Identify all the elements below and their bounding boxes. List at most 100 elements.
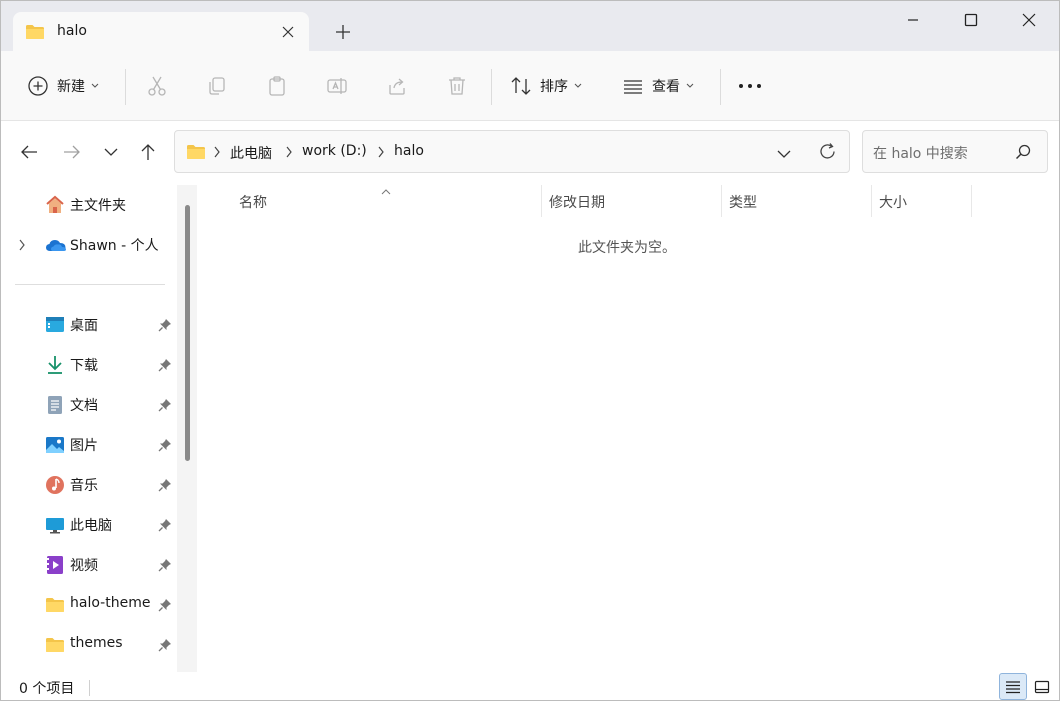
cut-button[interactable]	[146, 51, 168, 121]
file-list[interactable]: 名称 修改日期 类型 大小 此文件夹为空。	[197, 183, 1059, 672]
cut-icon	[148, 76, 166, 96]
forward-button[interactable]	[60, 140, 84, 164]
close-window-button[interactable]	[999, 1, 1059, 39]
sidebar-item-onedrive[interactable]: Shawn - 个人	[1, 225, 177, 265]
address-bar[interactable]: 此电脑 work (D:) halo	[174, 130, 850, 173]
tab-halo[interactable]: halo	[13, 12, 309, 51]
view-icon	[624, 80, 642, 94]
folder-icon	[186, 144, 206, 164]
minimize-button[interactable]	[883, 1, 943, 39]
arrow-up-icon	[141, 144, 155, 160]
column-divider[interactable]	[721, 185, 722, 217]
pin-icon[interactable]	[158, 558, 172, 576]
column-divider[interactable]	[871, 185, 872, 217]
pin-icon[interactable]	[158, 398, 172, 416]
paste-button[interactable]	[266, 51, 288, 121]
details-view-button[interactable]	[999, 673, 1027, 700]
up-button[interactable]	[136, 140, 160, 164]
recent-locations-button[interactable]	[99, 140, 123, 164]
chevron-down-icon	[91, 83, 99, 88]
back-button[interactable]	[17, 140, 41, 164]
sidebar-item-label: 文档	[70, 398, 98, 414]
sidebar-item-label: 此电脑	[70, 518, 112, 534]
sidebar-item-this-pc[interactable]: 此电脑	[1, 505, 177, 545]
sidebar-item-documents[interactable]: 文档	[1, 385, 177, 425]
new-tab-plus-icon[interactable]	[334, 23, 352, 41]
share-button[interactable]	[386, 51, 408, 121]
column-divider[interactable]	[971, 185, 972, 217]
download-icon	[45, 355, 65, 375]
search-icon[interactable]	[1015, 144, 1031, 164]
folder-icon	[45, 635, 65, 655]
arrow-right-icon	[64, 145, 80, 159]
paste-icon	[269, 76, 285, 96]
view-button[interactable]: 查看	[622, 51, 694, 121]
breadcrumb-drive[interactable]: work (D:)	[302, 143, 367, 159]
chevron-right-icon[interactable]	[285, 146, 293, 162]
breadcrumb-this-pc[interactable]: 此电脑	[230, 143, 272, 163]
tiles-view-icon	[1034, 680, 1050, 693]
rename-button[interactable]	[326, 51, 348, 121]
empty-folder-message: 此文件夹为空。	[578, 240, 676, 256]
chevron-right-icon[interactable]	[213, 146, 221, 162]
sidebar-item-halo-theme[interactable]: halo-theme	[1, 585, 177, 625]
search-input[interactable]: 在 halo 中搜索	[862, 130, 1048, 173]
folder-icon	[45, 595, 65, 615]
more-options-button[interactable]	[738, 51, 762, 121]
maximize-button[interactable]	[941, 1, 1001, 39]
plus-circle-icon	[28, 76, 48, 96]
chevron-down-icon	[574, 83, 582, 88]
copy-button[interactable]	[206, 51, 228, 121]
sidebar-item-label: 桌面	[70, 318, 98, 334]
sort-icon	[511, 77, 531, 95]
tab-title: halo	[57, 23, 87, 39]
address-row: 此电脑 work (D:) halo 在 halo 中搜索	[1, 121, 1059, 183]
search-placeholder: 在 halo 中搜索	[873, 146, 968, 162]
toolbar-divider	[125, 69, 126, 105]
sidebar-scrollbar-thumb[interactable]	[185, 205, 190, 461]
sidebar-item-pictures[interactable]: 图片	[1, 425, 177, 465]
chevron-down-icon	[104, 148, 118, 156]
sidebar-item-themes[interactable]: themes	[1, 625, 177, 665]
delete-button[interactable]	[446, 51, 468, 121]
column-header-name[interactable]: 名称	[239, 192, 267, 212]
video-icon	[45, 555, 65, 575]
sidebar-item-desktop[interactable]: 桌面	[1, 305, 177, 345]
music-icon	[45, 475, 65, 495]
new-button[interactable]: 新建	[27, 51, 99, 121]
column-divider[interactable]	[541, 185, 542, 217]
command-bar: 新建 排序 查看	[1, 51, 1059, 121]
pin-icon[interactable]	[158, 598, 172, 616]
pin-icon[interactable]	[158, 438, 172, 456]
close-icon	[1022, 13, 1036, 27]
close-tab-icon[interactable]	[279, 23, 297, 41]
pin-icon[interactable]	[158, 318, 172, 336]
minimize-icon	[908, 19, 918, 21]
column-header-date-modified[interactable]: 修改日期	[549, 192, 605, 212]
sidebar-item-label: halo-theme	[70, 595, 151, 611]
address-history-dropdown[interactable]	[777, 147, 791, 163]
sidebar-item-label: 图片	[70, 438, 98, 454]
computer-icon	[45, 515, 65, 535]
pin-icon[interactable]	[158, 358, 172, 376]
sidebar-item-downloads[interactable]: 下载	[1, 345, 177, 385]
desktop-icon	[45, 315, 65, 335]
sort-button[interactable]: 排序	[510, 51, 582, 121]
new-label: 新建	[57, 79, 85, 95]
column-header-type[interactable]: 类型	[729, 192, 757, 212]
refresh-button[interactable]	[818, 142, 837, 165]
chevron-down-icon	[777, 150, 791, 158]
pin-icon[interactable]	[158, 478, 172, 496]
sort-label: 排序	[540, 79, 568, 95]
breadcrumb-current-folder[interactable]: halo	[394, 143, 424, 159]
chevron-right-icon[interactable]	[18, 239, 26, 255]
tiles-view-button[interactable]	[1028, 673, 1056, 700]
column-header-size[interactable]: 大小	[879, 192, 907, 212]
sidebar-item-music[interactable]: 音乐	[1, 465, 177, 505]
sidebar-item-home[interactable]: 主文件夹	[1, 185, 177, 225]
sidebar-item-videos[interactable]: 视频	[1, 545, 177, 585]
pin-icon[interactable]	[158, 518, 172, 536]
status-bar: 0 个项目	[1, 672, 1059, 700]
chevron-right-icon[interactable]	[377, 146, 385, 162]
pin-icon[interactable]	[158, 638, 172, 656]
